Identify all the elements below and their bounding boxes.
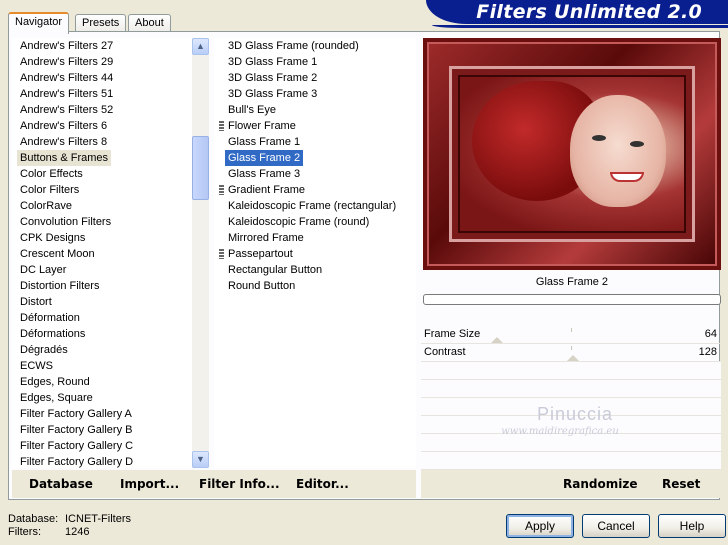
scroll-down-icon[interactable]: ▼ [192,451,209,468]
slider-thumb[interactable] [491,337,503,343]
app-title-banner: Filters Unlimited 2.0 [426,0,728,24]
slider-empty [421,452,721,470]
category-item[interactable]: Filter Factory Gallery D [17,454,136,468]
filter-item[interactable]: Passepartout [225,246,296,262]
toolbar-left: Database Import... Filter Info... Editor… [12,470,416,498]
filter-item[interactable]: 3D Glass Frame (rounded) [225,38,362,54]
parameter-sliders: Frame Size 64 Contrast 128 [421,326,721,470]
slider-thumb[interactable] [567,355,579,361]
category-scrollbar[interactable]: ▲ ▼ [192,38,209,468]
category-list[interactable]: Andrew's Filters 27 Andrew's Filters 29 An… [12,38,208,468]
group-expand-icon[interactable] [219,249,224,259]
category-item[interactable]: Crescent Moon [17,246,98,262]
filter-item[interactable]: Bull's Eye [225,102,279,118]
category-item[interactable]: Buttons & Frames [17,150,112,166]
cancel-button[interactable]: Cancel [582,514,650,538]
category-item[interactable]: Distortion Filters [17,278,102,294]
tab-navigator[interactable]: Navigator [8,12,70,34]
slider-value: 64 [704,328,717,340]
filter-item[interactable]: 3D Glass Frame 1 [225,54,320,70]
slider-value: 128 [698,346,717,358]
category-item[interactable]: Edges, Round [17,374,93,390]
status-filters-value: 1246 [65,526,90,538]
category-item[interactable]: Andrew's Filters 29 [17,54,116,70]
category-item[interactable]: Andrew's Filters 8 [17,134,110,150]
slider-contrast[interactable]: Contrast 128 [421,344,721,362]
toolbar-right: Randomize Reset [421,470,721,498]
category-item[interactable]: Filter Factory Gallery A [17,406,135,422]
status-database-value: ICNET-Filters [65,513,131,525]
category-item[interactable]: Dégradés [17,342,71,358]
filter-item[interactable]: Kaleidoscopic Frame (rectangular) [225,198,399,214]
slider-empty [421,362,721,380]
preview-image [423,38,721,270]
status-info: Database: ICNET-Filters Filters: 1246 [8,513,131,539]
filter-item[interactable]: 3D Glass Frame 2 [225,70,320,86]
category-item[interactable]: CPK Designs [17,230,88,246]
filter-item[interactable]: Glass Frame 1 [225,134,303,150]
editor-button[interactable]: Editor... [296,476,349,492]
category-item[interactable]: DC Layer [17,262,69,278]
scroll-up-icon[interactable]: ▲ [192,38,209,55]
category-item[interactable]: Color Filters [17,182,82,198]
status-filters-label: Filters: [8,526,41,538]
category-item[interactable]: Andrew's Filters 51 [17,86,116,102]
category-item[interactable]: Convolution Filters [17,214,114,230]
slider-frame-size[interactable]: Frame Size 64 [421,326,721,344]
slider-label: Contrast [424,346,466,358]
category-item[interactable]: Color Effects [17,166,86,182]
category-item[interactable]: ColorRave [17,198,75,214]
filter-item[interactable]: Rectangular Button [225,262,325,278]
category-item[interactable]: Andrew's Filters 52 [17,102,116,118]
category-item[interactable]: Andrew's Filters 6 [17,118,110,134]
filter-item[interactable]: Glass Frame 2 [225,150,304,166]
reset-button[interactable]: Reset [662,476,700,492]
slider-label: Frame Size [424,328,481,340]
portrait-smile [610,172,644,182]
preview-caption: Glass Frame 2 [535,276,609,288]
category-item[interactable]: ECWS [17,358,56,374]
progress-bar [423,294,721,305]
group-expand-icon[interactable] [219,121,224,131]
filter-info-button[interactable]: Filter Info... [199,476,280,492]
import-button[interactable]: Import... [120,476,179,492]
group-expand-icon[interactable] [219,185,224,195]
slider-empty [421,380,721,398]
category-item[interactable]: Déformations [17,326,88,342]
watermark-site: www.maidiregrafica.eu [501,426,619,437]
portrait-face [570,95,666,207]
filter-item[interactable]: 3D Glass Frame 3 [225,86,320,102]
help-button[interactable]: Help [658,514,726,538]
category-item[interactable]: Filter Factory Gallery B [17,422,135,438]
filter-list[interactable]: 3D Glass Frame (rounded) 3D Glass Frame 1… [214,38,416,468]
category-item[interactable]: Andrew's Filters 44 [17,70,116,86]
filter-item[interactable]: Flower Frame [225,118,299,134]
banner-underline [432,25,728,28]
status-database-label: Database: [8,513,59,525]
filter-item[interactable]: Gradient Frame [225,182,308,198]
database-button[interactable]: Database [29,476,93,492]
watermark-name: Pinuccia [536,404,614,424]
filter-item[interactable]: Round Button [225,278,298,294]
category-item[interactable]: Edges, Square [17,390,96,406]
category-item[interactable]: Distort [17,294,55,310]
scroll-thumb[interactable] [192,136,209,200]
filter-item[interactable]: Glass Frame 3 [225,166,303,182]
apply-button[interactable]: Apply [506,514,574,538]
randomize-button[interactable]: Randomize [563,476,637,492]
filter-item[interactable]: Kaleidoscopic Frame (round) [225,214,372,230]
filter-item[interactable]: Mirrored Frame [225,230,307,246]
category-item[interactable]: Déformation [17,310,83,326]
category-item[interactable]: Andrew's Filters 27 [17,38,116,54]
category-item[interactable]: Filter Factory Gallery C [17,438,136,454]
